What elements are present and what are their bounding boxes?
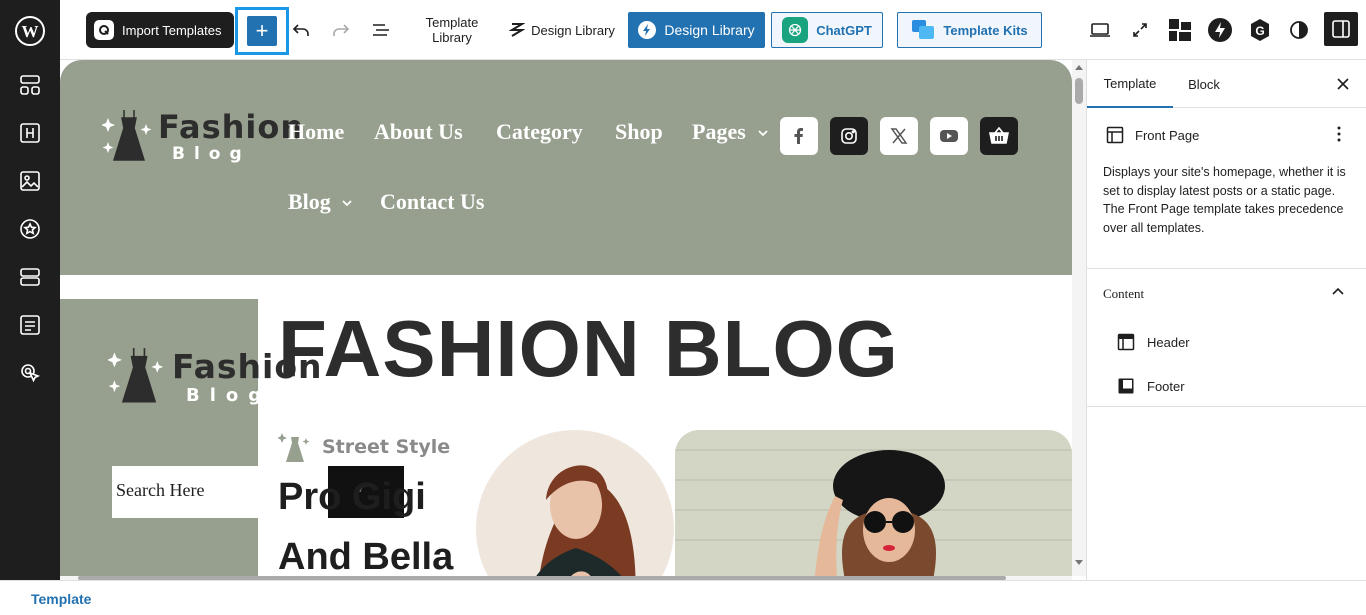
nav-blog[interactable]: Blog [288, 189, 331, 215]
svg-text:W: W [22, 22, 39, 41]
dress-logo-icon [102, 110, 152, 161]
scroll-down-arrow-icon[interactable] [1075, 560, 1083, 566]
import-templates-icon [94, 20, 114, 40]
editor-canvas[interactable]: Fashion Blog Home About Us Category Shop… [60, 60, 1072, 576]
import-templates-label: Import Templates [122, 22, 222, 38]
add-block-plus-icon[interactable]: + [247, 16, 277, 46]
divider [1087, 268, 1366, 269]
design-library-plain-button[interactable]: Design Library [506, 17, 618, 43]
content-item-header[interactable]: Header [1147, 335, 1190, 350]
star-badge-icon[interactable] [18, 217, 42, 241]
hero-title: FASHION BLOG [278, 304, 899, 393]
article-heading-line1[interactable]: Pro Gigi [278, 476, 426, 519]
nav-contact-us[interactable]: Contact Us [380, 189, 485, 215]
woman-sunglasses-image [675, 430, 1072, 576]
template-layout-icon [1106, 126, 1124, 144]
instagram-icon[interactable] [830, 117, 868, 155]
tab-template[interactable]: Template [1087, 60, 1173, 108]
logo-sub: Blog [172, 144, 251, 164]
divider [1087, 406, 1366, 407]
import-templates-button[interactable]: Import Templates [86, 12, 234, 48]
document-overview-icon[interactable] [369, 18, 393, 42]
template-description: Displays your site's homepage, whether i… [1103, 165, 1346, 235]
nav-about-us[interactable]: About Us [374, 119, 463, 145]
pages-chevron-down-icon[interactable] [757, 128, 769, 138]
site-logo[interactable]: Fashion Blog [102, 108, 303, 168]
redo-icon[interactable] [329, 18, 353, 42]
dress-logo-icon [108, 348, 164, 403]
x-twitter-icon[interactable] [880, 117, 918, 155]
template-library-button[interactable]: Template Library [416, 14, 488, 46]
canvas-vertical-scrollbar[interactable] [1072, 60, 1086, 576]
rows-layout-icon[interactable] [18, 265, 42, 289]
close-icon[interactable] [1336, 77, 1350, 91]
g-badge-icon[interactable]: G [1247, 17, 1273, 43]
breadcrumb-template[interactable]: Template [31, 591, 91, 607]
undo-icon[interactable] [289, 18, 313, 42]
search-input[interactable]: Search Here [112, 466, 258, 518]
add-block-focus-ring[interactable]: + [235, 7, 289, 55]
vertical-scroll-thumb[interactable] [1075, 78, 1083, 104]
design-library-plain-label: Design Library [531, 22, 615, 38]
svg-text:G: G [1255, 24, 1264, 38]
block-breadcrumb-bar: Template [0, 580, 1366, 615]
shopping-basket-icon[interactable] [980, 117, 1018, 155]
settings-sidebar-toggle-icon[interactable] [1324, 12, 1358, 46]
styles-contrast-icon[interactable] [1287, 18, 1311, 42]
more-options-icon[interactable] [1337, 126, 1341, 142]
template-kits-label: Template Kits [943, 22, 1028, 38]
dress-tag-icon [278, 432, 310, 462]
desktop-preview-icon[interactable] [1088, 18, 1112, 42]
content-item-footer[interactable]: Footer [1147, 379, 1185, 394]
editor-toolbar: Import Templates + Template Library Desi… [60, 0, 1366, 60]
form-block-icon[interactable] [18, 313, 42, 337]
bolt-icon [638, 21, 657, 39]
template-kits-button[interactable]: Template Kits [897, 12, 1042, 48]
tab-block[interactable]: Block [1173, 60, 1235, 108]
facebook-icon[interactable] [780, 117, 818, 155]
side-logo-sub: Blog [186, 385, 272, 406]
tag-label: Street Style [322, 436, 451, 458]
youtube-icon[interactable] [930, 117, 968, 155]
nav-home[interactable]: Home [288, 119, 344, 145]
blocks-grid-icon[interactable] [1167, 17, 1193, 43]
template-kits-icon [911, 18, 935, 43]
chevron-up-icon[interactable] [1332, 287, 1344, 295]
cursor-click-icon[interactable] [18, 361, 42, 385]
patterns-icon[interactable] [18, 73, 42, 97]
settings-panel: Template Block Front Page Displays your … [1086, 60, 1366, 580]
image-block-icon[interactable] [18, 169, 42, 193]
content-heading[interactable]: Content [1103, 286, 1144, 302]
woman-portrait-image [476, 430, 674, 576]
design-library-button-label: Design Library [664, 22, 755, 38]
logo-word: Fashion [158, 108, 305, 146]
wordpress-logo-icon[interactable]: W [15, 16, 45, 46]
design-library-s-icon [508, 21, 526, 40]
scroll-up-arrow-icon[interactable] [1075, 64, 1083, 70]
site-header[interactable]: Fashion Blog Home About Us Category Shop… [60, 60, 1072, 275]
fullscreen-icon[interactable] [1128, 18, 1152, 42]
spectra-bolt-icon[interactable] [1207, 17, 1233, 43]
heading-block-icon[interactable] [18, 121, 42, 145]
footer-layout-icon [1118, 378, 1134, 394]
nav-pages[interactable]: Pages [692, 119, 746, 145]
page-title: Front Page [1135, 128, 1200, 143]
side-column[interactable]: Fashion Blog [60, 299, 322, 576]
header-layout-icon [1117, 333, 1135, 351]
nav-shop[interactable]: Shop [615, 119, 663, 145]
design-library-button[interactable]: Design Library [628, 12, 765, 48]
blog-chevron-down-icon[interactable] [341, 198, 353, 208]
openai-icon [782, 17, 809, 43]
chatgpt-button[interactable]: ChatGPT [771, 12, 883, 48]
chatgpt-label: ChatGPT [816, 22, 872, 38]
nav-category[interactable]: Category [496, 119, 583, 145]
article-heading-line2[interactable]: And Bella [278, 536, 453, 576]
admin-sidebar: W [0, 0, 60, 580]
